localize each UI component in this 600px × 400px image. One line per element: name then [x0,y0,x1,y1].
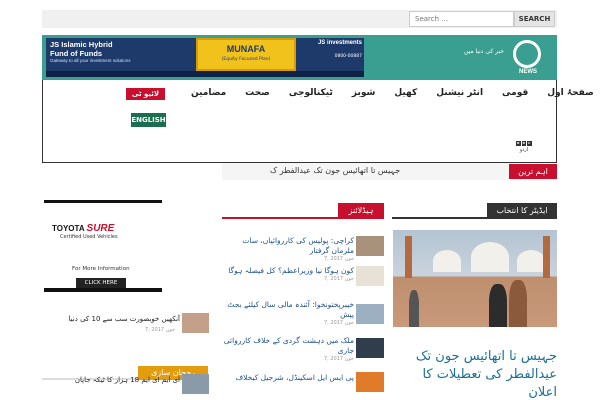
ad-line-3: Gateway to all your investment solutions [50,58,131,63]
english-button[interactable]: ENGLISH [131,113,166,127]
bbc-boxes: B B C [516,141,532,146]
editors-pick-photo[interactable] [393,230,557,327]
nav-item-showbiz[interactable]: شوبز [352,88,375,98]
ad-product-name: MUNAFA [226,44,266,54]
trending-item-title[interactable]: ای ایم ای ایم 18 ہزار کا ٹیکہ جاپان [52,376,180,384]
mosque-minaret [405,236,412,278]
ad-line-1: JS Islamic Hybrid [50,40,113,49]
bbc-box: C [527,141,532,146]
headline-title[interactable]: کون ہوگا نیا وزیراعظم؟ کل فیصلہ ہوگا [222,266,354,276]
toyota-brand: TOYOTA SURE [52,223,114,234]
toyota-brand-name: TOYOTA [52,224,85,233]
main-nav: صفحۂ اول قومی انٹر نیشنل کھیل شوبز ٹیکنا… [172,88,594,98]
trending-item-title[interactable]: آنکھیں خوبصورت سب سے 10 کی دنیا [52,315,180,323]
headline-thumbnail[interactable] [356,266,384,286]
headline-title[interactable]: خیبرپختونخوا: آئندہ مالی سال کیلئے بجٹ پ… [222,300,354,320]
editors-pick-label: ایڈیٹر کا انتخاب [487,203,557,219]
trending-item-date: جون 2017 ,7 [145,327,176,333]
nav-item-sports[interactable]: کھیل [394,88,417,98]
headline-date: جون 2017 ,7 [323,276,354,282]
headline-title[interactable]: پی ایس ایل اسکینڈل، شرجیل کیخلاف [222,373,354,383]
headline-date: جون 2017 ,7 [323,356,354,362]
bbc-urdu-logo[interactable]: B B C اردو [516,141,532,153]
search-button[interactable]: SEARCH [514,11,555,27]
ticker-label: اہم ترین [509,164,557,179]
person-figure [409,290,419,327]
ad-line-2: Fund of Funds [50,49,103,58]
trending-item-thumbnail[interactable] [182,313,209,333]
ad-product-box: MUNAFA (Equity Focused Plan) [196,38,296,71]
headline-title[interactable]: ملک میں دہشت گردی کے خلاف کارروائی جاری [222,336,354,356]
ad-left-copy: JS Islamic Hybrid Fund of Funds Gateway … [46,38,164,71]
nav-item-technology[interactable]: ٹیکنالوجی [289,88,333,98]
nav-item-health[interactable]: صحت [245,88,270,98]
mosque-dome [471,242,509,272]
ad-brand-block: JS investments 0800-00887 [300,40,362,70]
toyota-brand-highlight: SURE [86,223,115,234]
ad-fine-print-strip [46,71,364,77]
mosque-minaret [543,236,550,278]
headline-date: جون 2017 ,7 [323,256,354,262]
logo-word: NEWS [519,69,537,75]
nav-item-international[interactable]: انٹر نیشنل [436,88,483,98]
nav-item-articles[interactable]: مضامین [191,88,226,98]
headline-date: جون 2017 ,7 [323,320,354,326]
headline-thumbnail[interactable] [356,304,384,324]
mosque-dome [433,250,461,272]
ad-brand: JS investments [317,40,362,46]
nav-item-home[interactable]: صفحۂ اول [547,88,594,98]
headline-thumbnail[interactable] [356,236,384,256]
ticker-text[interactable]: جہیس تا اتھائیس جون تک عیدالفطر ک [270,166,400,175]
editors-pick-headline[interactable]: جہیس تا اتھائیس جون تک عیدالفطر کی تعطیل… [392,348,557,400]
trending-item-thumbnail[interactable] [182,374,209,394]
bbc-box: B [516,141,521,146]
ad-banner[interactable]: JS Islamic Hybrid Fund of Funds Gateway … [46,38,364,77]
bbc-box: B [521,141,526,146]
ad-product-sub: (Equity Focused Plan) [221,57,271,62]
toyota-info: For More Information [72,266,130,272]
toyota-ad[interactable]: TOYOTA SURE Certified Used Vehicles For … [44,200,162,292]
toyota-subtitle: Certified Used Vehicles [60,234,118,240]
headline-title[interactable]: کراچی: پولیس کی کارروائیاں، سات ملزمان گ… [222,236,354,256]
nav-item-national[interactable]: قومی [502,88,528,98]
headlines-label: ہیڈلائنز [338,203,384,219]
toyota-cta-button[interactable]: CLICK HERE [76,278,126,288]
bbc-urdu-label: اردو [519,147,529,153]
logo-tagline: خبر کی دنیا میں [464,48,504,55]
live-tv-button[interactable]: لائیو ٹی وی [126,88,165,110]
person-figure [489,284,507,327]
search-input[interactable] [409,11,514,27]
person-figure [509,280,527,327]
logo-icon[interactable] [513,40,541,68]
mosque-dome [517,250,545,272]
headline-thumbnail[interactable] [356,338,384,358]
headline-thumbnail[interactable] [356,372,384,392]
ad-phone: 0800-00887 [334,54,362,59]
